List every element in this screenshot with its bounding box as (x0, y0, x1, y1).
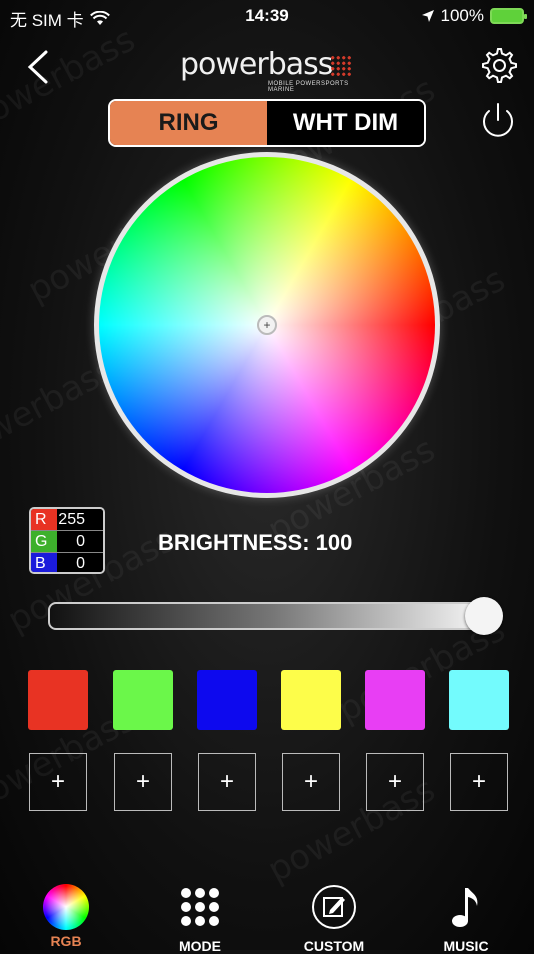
add-preset-button-2[interactable]: + (114, 753, 172, 811)
tab-music[interactable]: MUSIC (416, 880, 516, 954)
color-wheel-icon (43, 884, 89, 930)
brightness-slider-thumb[interactable] (465, 597, 503, 635)
preset-color-yellow[interactable] (281, 670, 341, 730)
add-preset-button-1[interactable]: + (29, 753, 87, 811)
settings-gear-icon[interactable] (478, 45, 518, 85)
brightness-slider-track[interactable] (48, 602, 500, 630)
green-label: G (31, 531, 57, 552)
add-preset-button-4[interactable]: + (282, 753, 340, 811)
tab-mode-label: MODE (179, 938, 221, 954)
grid-dots-icon (181, 888, 219, 926)
preset-color-green[interactable] (113, 670, 173, 730)
powerbass-logo: powerbass MOBILE POWERSPORTS MARINE (180, 47, 360, 93)
rgb-readout: R 255 G 0 B 0 (29, 507, 105, 574)
add-preset-button-6[interactable]: + (450, 753, 508, 811)
preset-color-cyan[interactable] (449, 670, 509, 730)
battery-percent: 100% (440, 6, 484, 25)
music-note-icon (452, 888, 478, 927)
blue-value: 0 (57, 553, 103, 572)
add-preset-button-3[interactable]: + (198, 753, 256, 811)
mode-segmented-control: RING WHT DIM (108, 99, 426, 147)
add-preset-button-5[interactable]: + (366, 753, 424, 811)
red-label: R (31, 509, 57, 530)
location-arrow-icon (421, 10, 434, 22)
preset-color-blue[interactable] (197, 670, 257, 730)
back-icon[interactable] (20, 46, 60, 86)
blue-label: B (31, 553, 57, 572)
battery-icon (490, 8, 527, 24)
green-value: 0 (57, 531, 103, 552)
preset-color-magenta[interactable] (365, 670, 425, 730)
tab-rgb-label: RGB (50, 933, 82, 949)
tab-custom[interactable]: CUSTOM (284, 880, 384, 954)
tab-mode[interactable]: MODE (150, 880, 250, 954)
preset-color-red[interactable] (28, 670, 88, 730)
edit-icon (312, 885, 356, 929)
tab-rgb[interactable]: RGB (16, 880, 116, 949)
status-bar: 无 SIM 卡 14:39 100% (0, 0, 534, 32)
power-icon[interactable] (477, 100, 519, 142)
brightness-label: BRIGHTNESS: 100 (158, 530, 353, 555)
color-wheel-knob[interactable] (257, 315, 277, 335)
color-wheel[interactable] (94, 152, 440, 498)
bottom-tab-bar: RGB MODE CUSTOM MUSIC (0, 880, 534, 954)
tab-custom-label: CUSTOM (303, 938, 365, 954)
ring-tab[interactable]: RING (110, 101, 267, 145)
tab-music-label: MUSIC (443, 938, 489, 954)
white-dim-tab[interactable]: WHT DIM (267, 101, 424, 145)
red-value: 255 (57, 509, 103, 530)
